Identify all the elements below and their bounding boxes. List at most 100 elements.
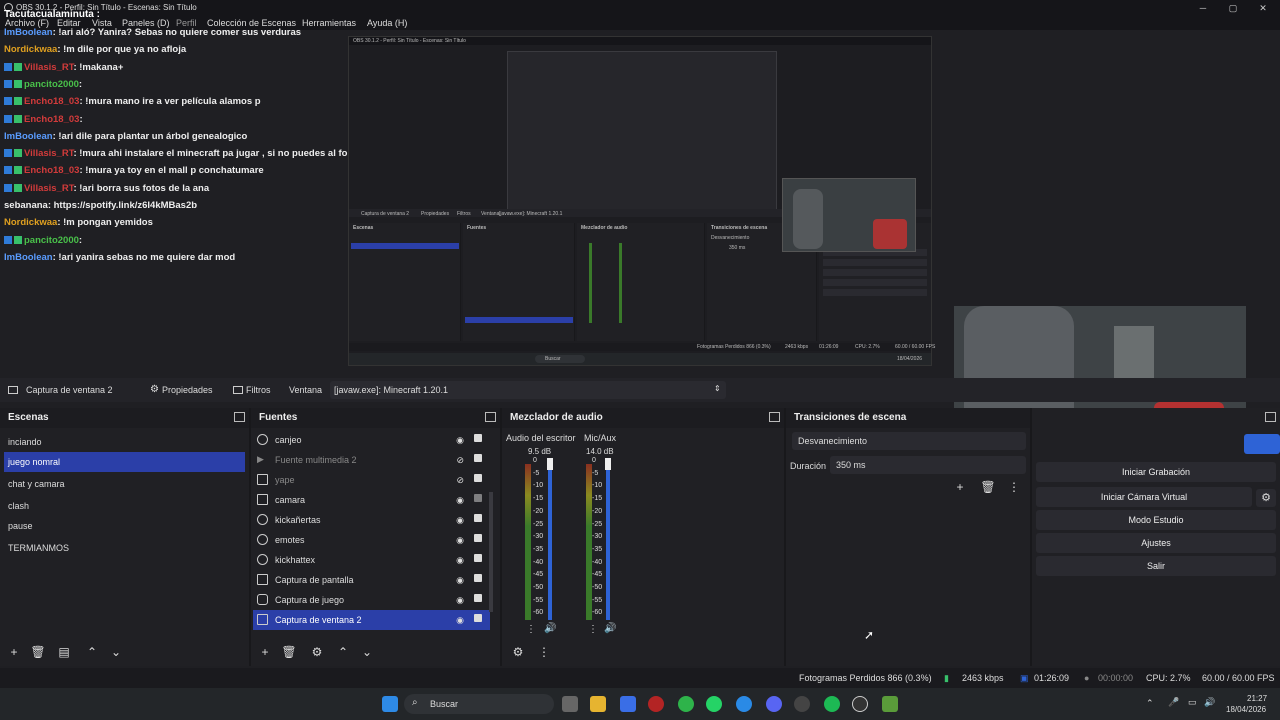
volume-slider[interactable]: [606, 460, 610, 620]
menu-ayuda[interactable]: Ayuda (H): [367, 18, 407, 28]
app-icon[interactable]: [648, 696, 664, 712]
network-icon[interactable]: ▭: [1188, 697, 1197, 708]
lock-icon[interactable]: [474, 434, 482, 442]
trash-icon[interactable]: 🗑: [30, 644, 46, 660]
filters-button[interactable]: Filtros: [246, 385, 271, 395]
obs-icon[interactable]: [852, 696, 868, 712]
studio-mode-button[interactable]: Modo Estudio: [1036, 510, 1276, 530]
source-item[interactable]: kickañertas ◉: [253, 510, 490, 530]
duration-input[interactable]: 350 ms: [830, 456, 1026, 474]
speaker-icon[interactable]: 🔊: [604, 623, 616, 634]
scene-item[interactable]: pause: [4, 516, 245, 536]
undock-icon[interactable]: [769, 412, 780, 422]
source-item[interactable]: yape ⊘: [253, 470, 490, 490]
clock-date[interactable]: 18/04/2026: [1226, 705, 1266, 714]
eye-icon[interactable]: ◉: [456, 595, 464, 606]
scene-item[interactable]: inciando: [4, 432, 245, 452]
undock-icon[interactable]: [1265, 412, 1276, 422]
eye-icon[interactable]: ◉: [456, 435, 464, 446]
transition-select[interactable]: Desvanecimiento: [792, 432, 1026, 450]
minecraft-icon[interactable]: [882, 696, 898, 712]
file-explorer-icon[interactable]: [590, 696, 606, 712]
move-down-icon[interactable]: ⌄: [108, 644, 124, 660]
add-icon[interactable]: +: [952, 479, 968, 495]
source-item[interactable]: kickhattex ◉: [253, 550, 490, 570]
lock-icon[interactable]: [474, 554, 482, 562]
eye-icon[interactable]: ◉: [456, 515, 464, 526]
close-icon[interactable]: ✕: [1256, 2, 1270, 14]
scene-item[interactable]: chat y camara: [4, 474, 245, 494]
exit-button[interactable]: Salir: [1036, 556, 1276, 576]
eye-icon[interactable]: ◉: [456, 555, 464, 566]
eye-icon[interactable]: ◉: [456, 575, 464, 586]
scrollbar[interactable]: [489, 492, 493, 612]
trash-icon[interactable]: 🗑: [281, 644, 297, 660]
minimize-icon[interactable]: ─: [1196, 2, 1210, 14]
properties-button[interactable]: Propiedades: [162, 385, 213, 395]
move-down-icon[interactable]: ⌄: [359, 644, 375, 660]
undock-icon[interactable]: [234, 412, 245, 422]
eye-icon[interactable]: ◉: [456, 615, 464, 626]
source-item[interactable]: camara ◉: [253, 490, 490, 510]
gear-icon[interactable]: ⚙: [510, 644, 526, 660]
discord-icon[interactable]: [766, 696, 782, 712]
more-icon[interactable]: ⋮: [536, 644, 552, 660]
start-virtual-camera-button[interactable]: Iniciar Cámara Virtual: [1036, 487, 1252, 507]
eye-hidden-icon[interactable]: ⊘: [456, 475, 464, 486]
lock-icon[interactable]: [474, 574, 482, 582]
source-item[interactable]: emotes ◉: [253, 530, 490, 550]
unlock-icon[interactable]: [474, 494, 482, 502]
settings-button[interactable]: Ajustes: [1036, 533, 1276, 553]
lock-icon[interactable]: [474, 534, 482, 542]
window-select[interactable]: [javaw.exe]: Minecraft 1.20.1 ⇕: [330, 381, 726, 399]
volume-slider[interactable]: [548, 460, 552, 620]
chrome-profile-icon[interactable]: [736, 696, 752, 712]
more-icon[interactable]: ⋮: [526, 624, 536, 635]
windows-start-icon[interactable]: [382, 696, 398, 712]
trash-icon[interactable]: 🗑: [980, 479, 996, 495]
volume-slider-knob[interactable]: [547, 458, 553, 470]
source-item[interactable]: canjeo ◉: [253, 430, 490, 450]
chevron-up-icon[interactable]: ⌃: [1146, 698, 1154, 709]
maximize-icon[interactable]: ▢: [1226, 2, 1240, 14]
undock-icon[interactable]: [485, 412, 496, 422]
scene-item-selected[interactable]: juego nomral: [4, 452, 245, 472]
volume-icon[interactable]: 🔊: [1204, 697, 1215, 708]
taskbar-search[interactable]: ⌕ Buscar: [404, 694, 554, 714]
eye-icon[interactable]: ◉: [456, 535, 464, 546]
lock-icon[interactable]: [474, 594, 482, 602]
add-icon[interactable]: +: [257, 644, 273, 660]
lock-icon[interactable]: [474, 454, 482, 462]
scene-item[interactable]: TERMIANMOS: [4, 538, 245, 558]
scene-item[interactable]: clash: [4, 496, 245, 516]
start-recording-button[interactable]: Iniciar Grabación: [1036, 462, 1276, 482]
speaker-icon[interactable]: 🔊: [544, 623, 556, 634]
move-up-icon[interactable]: ⌃: [84, 644, 100, 660]
source-item[interactable]: ▶ Fuente multimedia 2 ⊘: [253, 450, 490, 470]
more-icon[interactable]: ⋮: [588, 624, 598, 635]
source-item[interactable]: Captura de pantalla ◉: [253, 570, 490, 590]
microphone-icon[interactable]: 🎤: [1168, 697, 1179, 708]
gear-icon[interactable]: ⚙: [1256, 489, 1276, 507]
chrome-icon[interactable]: [678, 696, 694, 712]
move-up-icon[interactable]: ⌃: [335, 644, 351, 660]
lock-icon[interactable]: [474, 614, 482, 622]
filter-icon[interactable]: ▤: [56, 644, 72, 660]
start-streaming-button[interactable]: [1244, 434, 1280, 454]
eye-icon[interactable]: ◉: [456, 495, 464, 506]
clock-time[interactable]: 21:27: [1247, 694, 1267, 703]
app-icon[interactable]: [794, 696, 810, 712]
store-icon[interactable]: [620, 696, 636, 712]
source-item-selected[interactable]: Captura de ventana 2 ◉: [253, 610, 490, 630]
gear-icon[interactable]: ⚙: [150, 384, 159, 395]
volume-slider-knob[interactable]: [605, 458, 611, 470]
whatsapp-icon[interactable]: [706, 696, 722, 712]
gear-icon[interactable]: ⚙: [309, 644, 325, 660]
more-icon[interactable]: ⋮: [1006, 479, 1022, 495]
spotify-icon[interactable]: [824, 696, 840, 712]
eye-hidden-icon[interactable]: ⊘: [456, 455, 464, 466]
task-view-icon[interactable]: [562, 696, 578, 712]
source-item[interactable]: Captura de juego ◉: [253, 590, 490, 610]
add-icon[interactable]: +: [6, 644, 22, 660]
lock-icon[interactable]: [474, 514, 482, 522]
